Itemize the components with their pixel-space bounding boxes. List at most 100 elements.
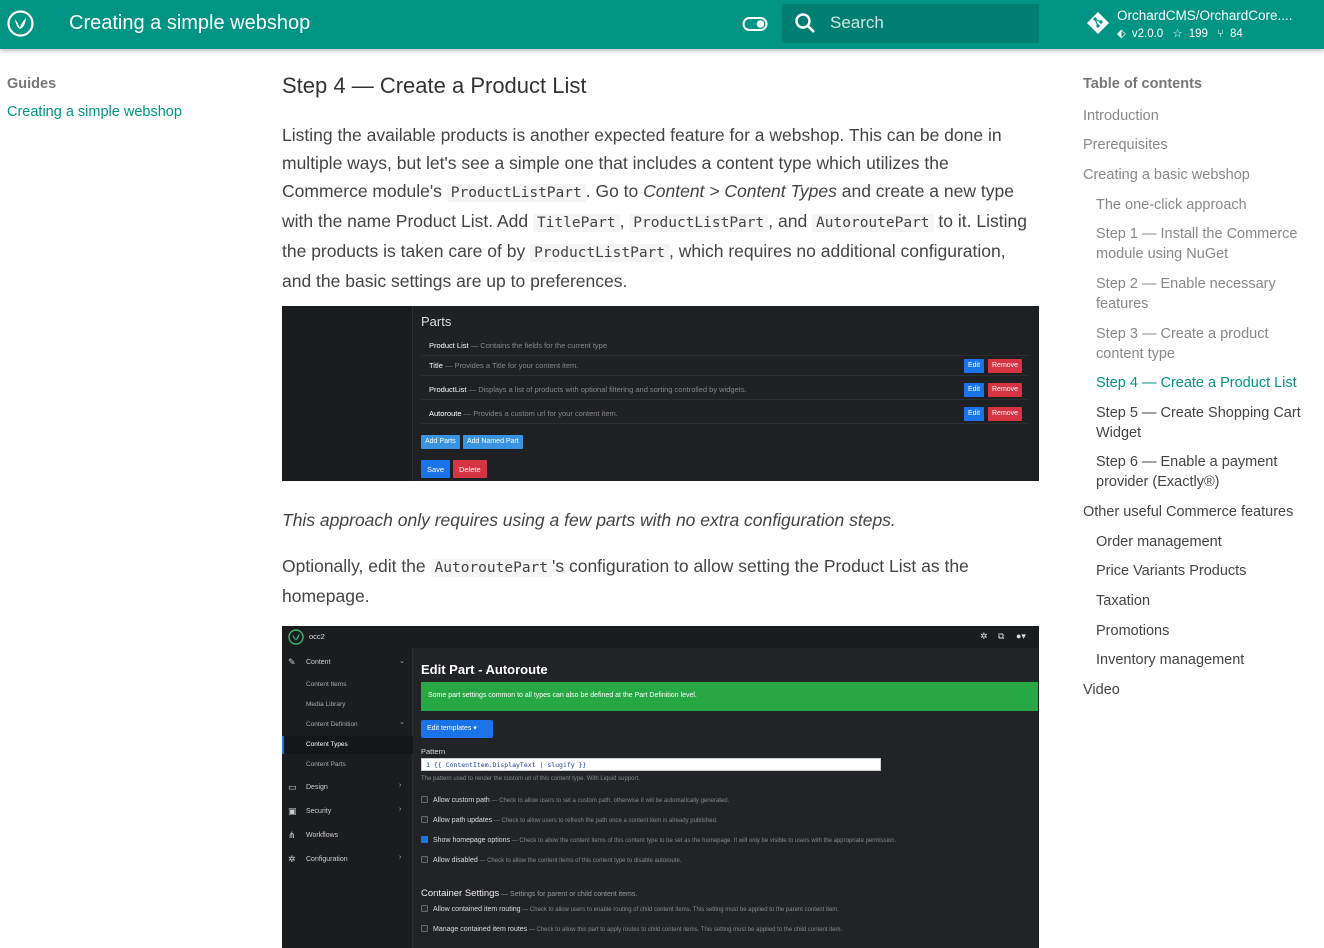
gear-icon: ✲ [288, 854, 296, 864]
screenshot-brand: occ2 [309, 632, 325, 641]
settings-icon: ✲ [980, 631, 988, 641]
checkbox-checked[interactable] [421, 836, 428, 843]
option-show-homepage-options[interactable]: Show homepage options — Check to allow t… [421, 836, 896, 844]
screenshot-edit-part: occ2 ✲ ⧉ ●▾ ✎ Content ⌄ Content Items Me… [282, 626, 1039, 948]
orchard-logo-icon[interactable] [7, 10, 34, 37]
toc-item-order-management[interactable]: Order management [1096, 532, 1318, 552]
dark-mode-toggle-icon[interactable] [742, 15, 768, 33]
chevron-down-icon: ⌄ [399, 658, 405, 665]
option-allow-disabled[interactable]: Allow disabled — Check to allow the cont… [421, 856, 682, 864]
part-row-autoroute: Autoroute — Provides a custom url for yo… [421, 402, 1028, 424]
container-settings-title: Container Settings — Settings for parent… [421, 888, 638, 899]
toc-item-step-6[interactable]: Step 6 — Enable a payment provider (Exac… [1096, 452, 1318, 492]
toc-item-taxation[interactable]: Taxation [1096, 591, 1318, 611]
screenshot-main: Edit Part - Autoroute Some part settings… [421, 648, 1039, 948]
part-row-productlist: ProductList — Displays a list of product… [421, 378, 1028, 400]
sidebar-item-content-definition: Content Definition [306, 721, 358, 728]
sidebar-item-workflows: Workflows [306, 832, 339, 839]
edit-templates-button[interactable]: Edit templates ▾ [421, 720, 493, 738]
chevron-right-icon: › [399, 806, 402, 813]
sidebar-item-content-parts: Content Parts [306, 761, 346, 768]
repo-name: OrchardCMS/OrchardCore.... [1117, 8, 1293, 23]
search-icon [795, 13, 815, 33]
sidebar-item-content-items: Content Items [306, 681, 347, 688]
orchard-logo-icon [288, 629, 304, 645]
toc-item-one-click[interactable]: The one-click approach [1096, 195, 1318, 215]
info-alert: Some part settings common to all types c… [421, 682, 1038, 711]
pattern-input[interactable]: 1 {{ ContentItem.DisplayText | slugify }… [421, 758, 881, 771]
toc-item-inventory-management[interactable]: Inventory management [1096, 650, 1318, 670]
checkbox[interactable] [421, 925, 428, 932]
edit-part-title: Edit Part - Autoroute [421, 662, 548, 677]
checkbox[interactable] [421, 816, 428, 823]
parts-title: Parts [421, 314, 452, 329]
sidebar-item-media-library: Media Library [306, 701, 346, 708]
edit-button[interactable]: Edit [964, 383, 985, 397]
remove-button[interactable]: Remove [988, 407, 1023, 421]
user-icon: ●▾ [1016, 631, 1026, 641]
screenshot-sidebar [282, 306, 413, 481]
add-parts-button[interactable]: Add Parts [421, 435, 460, 449]
lock-icon: ▣ [288, 806, 297, 816]
toc-item-step-5[interactable]: Step 5 — Create Shopping Cart Widget [1096, 403, 1318, 443]
repo-forks: 84 [1230, 28, 1243, 40]
option-manage-contained-item-routes[interactable]: Manage contained item routes — Check to … [421, 925, 842, 933]
nav-link-webshop[interactable]: Creating a simple webshop [7, 104, 247, 120]
toc-item-step-2[interactable]: Step 2 — Enable necessary features [1096, 274, 1318, 314]
part-row-title: Title — Provides a Title for your conten… [421, 354, 1028, 376]
sidebar-item-design: Design [306, 784, 328, 791]
option-allow-contained-item-routing[interactable]: Allow contained item routing — Check to … [421, 905, 839, 913]
inline-code: TitlePart [532, 214, 620, 232]
save-button[interactable]: Save [421, 460, 451, 478]
checkbox[interactable] [421, 905, 428, 912]
tag-icon: ⬖ [1117, 28, 1126, 40]
external-link-icon: ⧉ [998, 631, 1005, 641]
remove-button[interactable]: Remove [988, 383, 1023, 397]
inline-code: AutoroutePart [812, 214, 934, 232]
section-heading: Step 4 — Create a Product List [282, 73, 587, 98]
delete-button[interactable]: Delete [453, 460, 487, 478]
option-allow-path-updates[interactable]: Allow path updates — Check to allow user… [421, 816, 718, 824]
repo-facts: ⬖ v2.0.0 ☆ 199 ⑂ 84 [1117, 26, 1249, 40]
paragraph-intro: Listing the available products is anothe… [282, 125, 1027, 291]
screenshot-sidebar: ✎ Content ⌄ Content Items Media Library … [282, 648, 413, 948]
chevron-down-icon: ⌄ [399, 719, 405, 726]
parts-header-row: Product List — Contains the fields for t… [421, 334, 1028, 356]
toc-item-prerequisites[interactable]: Prerequisites [1083, 135, 1318, 155]
toc-item-video[interactable]: Video [1083, 680, 1318, 700]
toc-item-step-3[interactable]: Step 3 — Create a product content type [1096, 324, 1318, 364]
toc-item-step-1[interactable]: Step 1 — Install the Commerce module usi… [1096, 224, 1318, 264]
edit-button[interactable]: Edit [964, 359, 985, 373]
paragraph-optional: Optionally, edit the AutoroutePart's con… [282, 556, 969, 606]
nav-title: Guides [7, 76, 57, 92]
checkbox[interactable] [421, 856, 428, 863]
monitor-icon: ▭ [288, 782, 297, 792]
toc-title: Table of contents [1083, 76, 1202, 92]
search-input[interactable]: Search [830, 13, 884, 33]
toc-item-price-variants[interactable]: Price Variants Products [1096, 561, 1318, 581]
sidebar-item-security: Security [306, 808, 332, 815]
screenshot-topbar: occ2 ✲ ⧉ ●▾ [282, 626, 1039, 648]
inline-code: ProductListPart [530, 244, 670, 262]
header: Creating a simple webshop Search Orchard… [0, 0, 1324, 49]
table-of-contents: Table of contents Introduction Prerequis… [1083, 76, 1318, 698]
toc-item-step-4[interactable]: Step 4 — Create a Product List [1096, 373, 1318, 393]
star-icon: ☆ [1172, 28, 1183, 40]
option-allow-custom-path[interactable]: Allow custom path — Check to allow users… [421, 796, 729, 804]
repo-link[interactable]: OrchardCMS/OrchardCore.... ⬖ v2.0.0 ☆ 199 … [1086, 8, 1316, 42]
git-icon [1087, 12, 1109, 34]
pattern-hint: The pattern used to render the custom ur… [421, 776, 640, 782]
toc-item-creating-basic-webshop[interactable]: Creating a basic webshop [1083, 165, 1318, 185]
chevron-right-icon: › [399, 854, 402, 861]
toc-item-introduction[interactable]: Introduction [1083, 106, 1318, 126]
toc-item-other-features[interactable]: Other useful Commerce features [1083, 502, 1318, 522]
inline-code: AutoroutePart [430, 559, 553, 577]
site-title[interactable]: Creating a simple webshop [69, 12, 310, 35]
toc-item-promotions[interactable]: Promotions [1096, 621, 1318, 641]
sidebar-item-content: Content [306, 659, 331, 666]
add-named-part-button[interactable]: Add Named Part [463, 435, 523, 449]
search-box[interactable]: Search [782, 4, 1039, 43]
edit-button[interactable]: Edit [964, 407, 985, 421]
checkbox[interactable] [421, 796, 428, 803]
remove-button[interactable]: Remove [988, 359, 1023, 373]
